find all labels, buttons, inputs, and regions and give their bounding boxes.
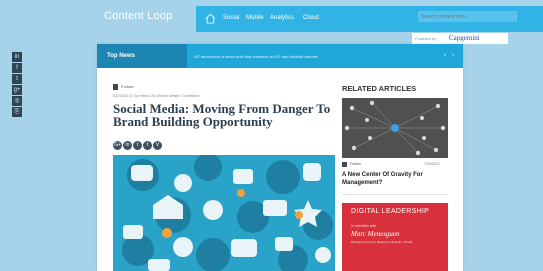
nav-analytics[interactable]: Analytics — [270, 15, 294, 21]
article-source: Forbes — [121, 84, 134, 89]
capgemini-logo[interactable]: Capgemini — [449, 34, 480, 42]
viadeo-share-icon[interactable]: V — [153, 141, 162, 150]
powered-by-label: Powered by — [415, 36, 437, 41]
forbes-icon — [342, 162, 347, 167]
article-card: Top News GE announces a smart bulb that … — [97, 44, 463, 271]
prev-arrow-icon[interactable]: ‹ — [444, 52, 446, 59]
forbes-icon — [113, 84, 118, 90]
news-ticker[interactable]: GE announces a smart bulb that connects … — [194, 54, 318, 59]
divider — [342, 194, 448, 195]
nav-cloud[interactable]: Cloud — [303, 15, 319, 21]
related-date: 7/18/2013 — [424, 162, 440, 166]
brand-title[interactable]: Content Loop — [104, 10, 172, 22]
social-share-rail: in f t g+ ◎ ⎘ — [12, 52, 22, 118]
related-source: Forbes — [350, 162, 361, 166]
ad-person-name: Marc Menesguen — [351, 230, 400, 238]
top-news-title: Top News — [107, 53, 135, 59]
article-share-buttons: G+ in t f V — [113, 133, 163, 150]
related-articles-heading: RELATED ARTICLES — [342, 84, 417, 93]
home-icon[interactable] — [205, 13, 216, 24]
search-input[interactable] — [418, 11, 517, 22]
linkedin-icon[interactable]: in — [12, 52, 22, 62]
facebook-icon[interactable]: f — [12, 63, 22, 73]
linkedin-share-icon[interactable]: in — [123, 141, 132, 150]
next-arrow-icon[interactable]: › — [452, 52, 454, 59]
nav-mobile[interactable]: Mobile — [246, 15, 264, 21]
article-meta: 02/26/2013 | Top News | By Jeanne Meiste… — [113, 94, 200, 98]
ad-subtitle: In Interview with — [351, 224, 377, 228]
link-icon[interactable]: ⎘ — [12, 107, 22, 117]
powered-by-badge: Powered by Capgemini — [412, 33, 508, 44]
nav-social[interactable]: Social — [223, 15, 239, 21]
article-hero-image — [113, 155, 335, 271]
googleplus-share-icon[interactable]: G+ — [113, 141, 122, 150]
article-title: Social Media: Moving From Danger To Bran… — [113, 101, 331, 129]
facebook-share-icon[interactable]: f — [143, 141, 152, 150]
ad-title: DIGITAL LEADERSHIP — [351, 208, 430, 215]
twitter-icon[interactable]: t — [12, 74, 22, 84]
rss-icon[interactable]: ◎ — [12, 96, 22, 106]
googleplus-icon[interactable]: g+ — [12, 85, 22, 95]
related-article-link[interactable]: A New Center Of Gravity For Management? — [342, 171, 448, 187]
top-news-bar: Top News GE announces a smart bulb that … — [97, 44, 463, 68]
top-news-tab[interactable]: Top News — [97, 44, 187, 68]
twitter-share-icon[interactable]: t — [133, 141, 142, 150]
ad-person-role: Managing Director, Beauty & Lifestyle, L… — [351, 240, 413, 244]
digital-leadership-ad[interactable]: DIGITAL LEADERSHIP In Interview with Mar… — [342, 203, 448, 271]
related-article-image[interactable] — [342, 98, 448, 158]
